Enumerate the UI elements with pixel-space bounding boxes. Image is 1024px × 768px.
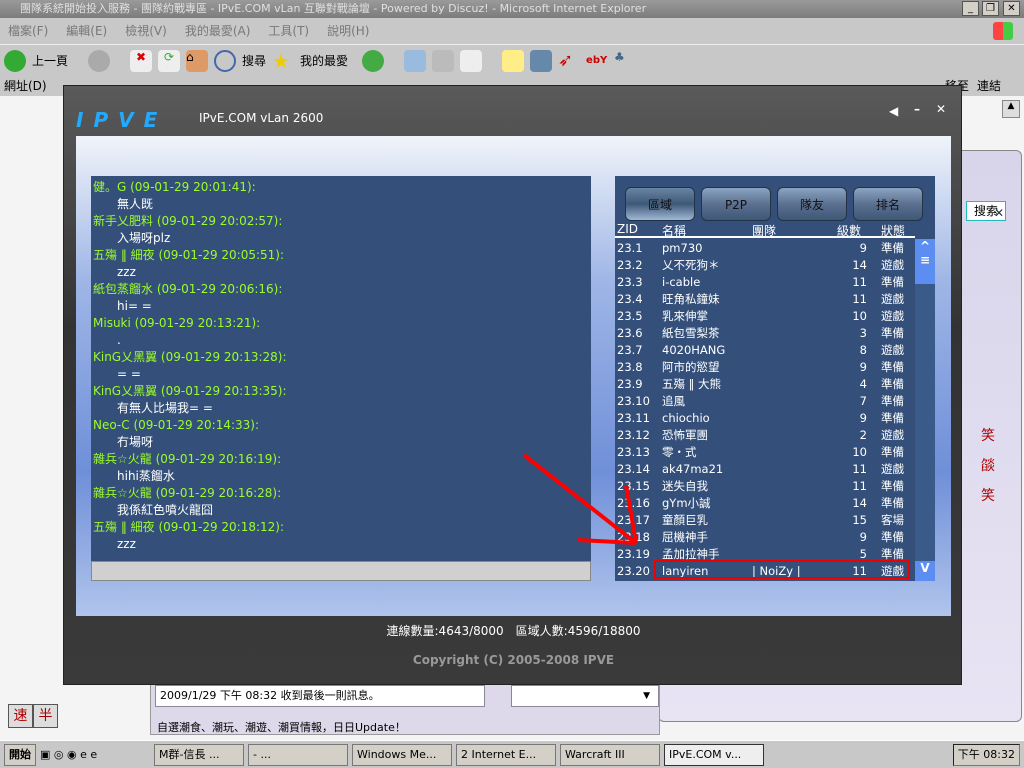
task-msn-1[interactable]: M群-信長 ... bbox=[154, 743, 244, 766]
system-tray-clock: 下午 08:32 bbox=[952, 743, 1020, 766]
task-warcraft[interactable]: Warcraft III bbox=[560, 743, 660, 766]
task-ipve[interactable]: IPvE.COM v... bbox=[664, 743, 764, 766]
start-button[interactable]: 開始 bbox=[4, 743, 36, 766]
red-arrow-annotation bbox=[522, 453, 638, 545]
start-label: 開始 bbox=[9, 747, 31, 761]
task-msn-2[interactable]: - ... bbox=[248, 743, 348, 766]
task-ie[interactable]: 2 Internet E... bbox=[456, 743, 556, 766]
task-media-player[interactable]: Windows Me... bbox=[352, 743, 452, 766]
quick-launch-icons[interactable]: ▣ ◎ ◉ e e bbox=[40, 748, 150, 761]
taskbar: 開始 ▣ ◎ ◉ e e M群-信長 ... - ... Windows Me.… bbox=[0, 740, 1024, 768]
